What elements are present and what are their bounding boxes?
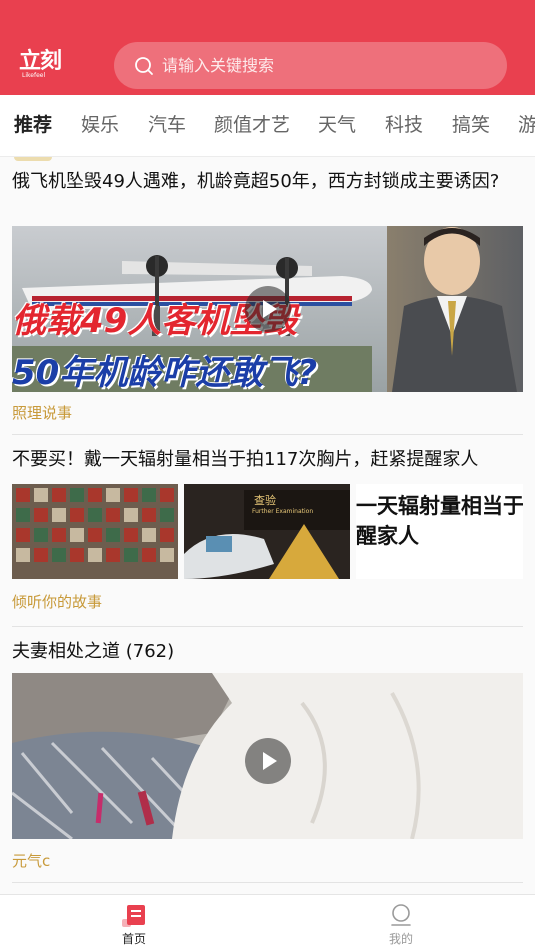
nav-home-label: 首页 [121, 932, 146, 946]
play-icon[interactable] [245, 738, 291, 784]
article-meta: 照理说事 [12, 403, 523, 423]
article-source[interactable]: 元气c [12, 851, 523, 871]
article-card[interactable]: 俄飞机坠毁49人遇难，机龄竟超50年，西方封锁成主要诱因? [12, 171, 523, 193]
video-thumbnail[interactable]: 俄载49人客机坠毁 50年机龄咋还敢飞? [12, 226, 523, 392]
logo-text: 立刻 [19, 48, 62, 74]
logo-subtext: Likefeel [22, 72, 46, 79]
tab-talent[interactable]: 颜值才艺 [214, 113, 290, 137]
image-caption-2: 醒家人 [356, 524, 419, 548]
home-news-icon [122, 905, 145, 927]
category-tabs: 推荐 娱乐 汽车 颜值才艺 天气 科技 搞笑 游 [0, 95, 535, 157]
tab-entertainment[interactable]: 娱乐 [81, 113, 119, 137]
tab-games[interactable]: 游 [518, 113, 535, 137]
article-meta: 元气c [12, 851, 523, 871]
nav-home[interactable]: 首页 [94, 895, 174, 952]
image-label: 查验 [254, 494, 276, 507]
search-bar[interactable] [114, 42, 507, 89]
divider [12, 626, 523, 627]
article-source[interactable]: 照理说事 [12, 403, 523, 423]
app-header: 立刻 Likefeel [0, 0, 535, 95]
divider [12, 882, 523, 883]
article-title[interactable]: 不要买！戴一天辐射量相当于拍117次胸片，赶紧提醒家人 [12, 449, 523, 471]
image-sublabel: Further Examination [252, 508, 314, 515]
article-image-1[interactable] [12, 484, 178, 579]
nav-profile-label: 我的 [388, 932, 413, 946]
article-card[interactable]: 不要买！戴一天辐射量相当于拍117次胸片，赶紧提醒家人 [12, 449, 523, 471]
divider [12, 434, 523, 435]
video-thumbnail[interactable] [12, 673, 523, 839]
search-input[interactable] [162, 42, 492, 89]
beads-tray-image [12, 484, 178, 579]
article-meta: 倾听你的故事 [12, 592, 523, 612]
article-title[interactable]: 夫妻相处之道 (762) [12, 641, 523, 663]
article-source[interactable]: 倾听你的故事 [12, 592, 523, 612]
image-caption-1: 一天辐射量相当于拍 [356, 494, 523, 518]
tab-weather[interactable]: 天气 [318, 113, 356, 137]
article-title[interactable]: 俄飞机坠毁49人遇难，机龄竟超50年，西方封锁成主要诱因? [12, 171, 523, 193]
profile-icon [391, 904, 411, 926]
tab-recommend[interactable]: 推荐 [14, 113, 52, 137]
tab-funny[interactable]: 搞笑 [452, 113, 490, 137]
thumbnail-caption-2: 50年机龄咋还敢飞? [12, 353, 318, 392]
article-image-2[interactable]: 查验 Further Examination [184, 484, 350, 579]
news-feed[interactable]: 俄飞机坠毁49人遇难，机龄竟超50年，西方封锁成主要诱因? 俄载49人客机坠毁 … [0, 157, 535, 894]
tab-tech[interactable]: 科技 [385, 113, 423, 137]
app-logo[interactable]: 立刻 Likefeel [19, 48, 67, 80]
nav-profile[interactable]: 我的 [361, 895, 441, 952]
article-card[interactable]: 夫妻相处之道 (762) [12, 641, 523, 663]
bottom-navigation: 首页 我的 [0, 894, 535, 951]
search-icon [135, 57, 153, 75]
tab-car[interactable]: 汽车 [148, 113, 186, 137]
play-icon[interactable] [245, 286, 291, 332]
article-image-3[interactable]: 一天辐射量相当于拍 醒家人 [356, 484, 523, 579]
previous-item-edge [14, 157, 52, 161]
